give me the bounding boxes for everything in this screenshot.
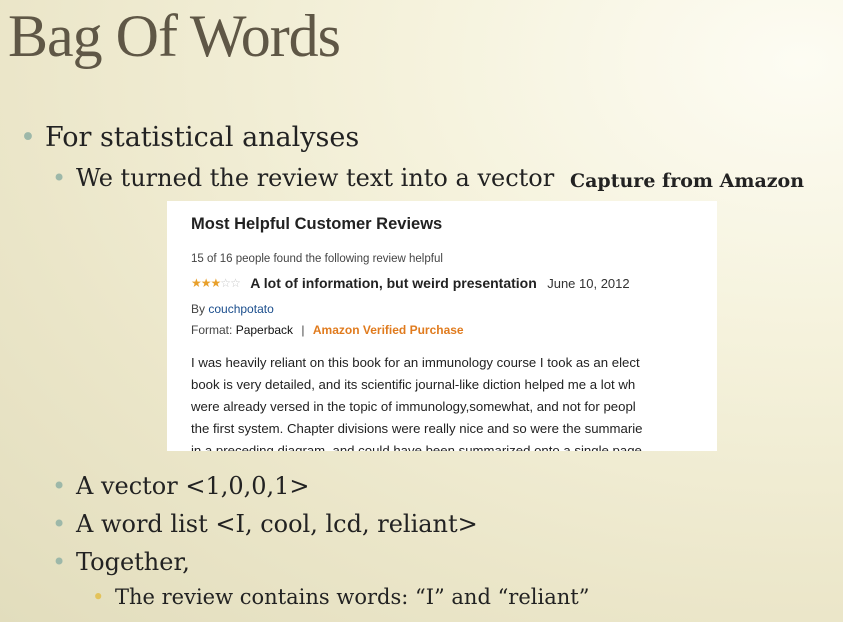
review-title-row: ★★★☆☆ A lot of information, but weird pr… bbox=[191, 275, 630, 293]
bullet-marker: • bbox=[52, 548, 67, 576]
bullet-text: A word list <I, cool, lcd, reliant> bbox=[76, 510, 478, 538]
bullet-text: For statistical analyses bbox=[45, 122, 360, 153]
star-rating: ★★★☆☆ bbox=[191, 276, 241, 290]
review-body-line: were already versed in the topic of immu… bbox=[191, 399, 636, 414]
bullet-text: A vector <1,0,0,1> bbox=[76, 472, 310, 500]
star-filled-icon: ★ bbox=[200, 276, 212, 290]
verified-purchase-badge: Amazon Verified Purchase bbox=[312, 323, 464, 337]
capture-caption: Capture from Amazon bbox=[570, 170, 805, 192]
bullet-marker: • bbox=[52, 472, 67, 500]
star-empty-icon: ☆ bbox=[220, 276, 231, 290]
bullet-sub-vector: • A vector <1,0,0,1> bbox=[52, 472, 310, 500]
slide-title: Bag Of Words bbox=[8, 3, 341, 69]
review-date: June 10, 2012 bbox=[547, 276, 630, 291]
bullet-marker: • bbox=[52, 164, 67, 192]
review-body-line: I was heavily reliant on this book for a… bbox=[191, 355, 640, 370]
bullet-level1: • For statistical analyses bbox=[20, 122, 359, 153]
bullet-sub-together: • Together, bbox=[52, 548, 190, 576]
bullet-sub-word-list: • A word list <I, cool, lcd, reliant> bbox=[52, 510, 478, 538]
review-body-line: in a preceding diagram, and could have b… bbox=[191, 443, 642, 451]
format-line: Format: Paperback | Amazon Verified Purc… bbox=[191, 323, 464, 337]
reviews-heading: Most Helpful Customer Reviews bbox=[191, 215, 443, 233]
bullet-text: We turned the review text into a vector bbox=[76, 164, 555, 192]
star-filled-icon: ★ bbox=[210, 276, 222, 290]
bullet-sub-sub-contains: • The review contains words: “I” and “re… bbox=[92, 585, 589, 609]
author-link[interactable]: couchpotato bbox=[208, 302, 273, 316]
format-label: Format: bbox=[191, 323, 233, 337]
review-byline: By couchpotato bbox=[191, 302, 274, 316]
format-separator: | bbox=[301, 323, 305, 337]
by-label: By bbox=[191, 302, 206, 316]
bullet-marker: • bbox=[20, 122, 36, 153]
bullet-marker: • bbox=[92, 585, 105, 609]
review-body: I was heavily reliant on this book for a… bbox=[191, 352, 717, 451]
bullet-text: Together, bbox=[76, 548, 190, 576]
review-body-line: book is very detailed, and its scientifi… bbox=[191, 377, 636, 392]
review-body-line: the first system. Chapter divisions were… bbox=[191, 421, 643, 436]
amazon-review-screenshot: Most Helpful Customer Reviews 15 of 16 p… bbox=[167, 201, 717, 451]
helpful-count: 15 of 16 people found the following revi… bbox=[191, 253, 443, 265]
star-empty-icon: ☆ bbox=[230, 276, 241, 290]
format-value: Paperback bbox=[235, 323, 294, 337]
bullet-marker: • bbox=[52, 510, 67, 538]
bullet-text: The review contains words: “I” and “reli… bbox=[115, 585, 590, 609]
star-filled-icon: ★ bbox=[191, 276, 202, 290]
bullet-sub-vector-intro: • We turned the review text into a vecto… bbox=[52, 164, 554, 192]
review-title[interactable]: A lot of information, but weird presenta… bbox=[250, 275, 536, 291]
